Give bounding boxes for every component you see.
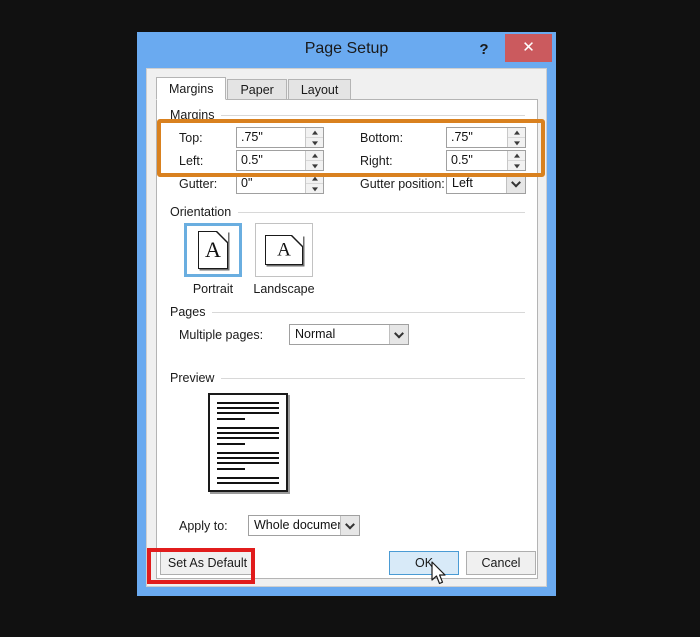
group-orientation-header: Orientation — [170, 205, 525, 219]
spinner-down-icon[interactable] — [306, 161, 323, 170]
orientation-portrait-button[interactable]: A — [184, 223, 242, 277]
orientation-landscape-button[interactable]: A — [255, 223, 313, 277]
spinner-down-icon[interactable] — [508, 138, 525, 147]
spinner-margin-bottom[interactable] — [507, 128, 525, 147]
page-setup-dialog: Page Setup ? ✕ Margins Paper Layout Marg… — [137, 32, 556, 596]
spinner-down-icon[interactable] — [306, 138, 323, 147]
spinner-up-icon[interactable] — [306, 174, 323, 184]
input-gutter[interactable]: 0" — [236, 173, 324, 194]
group-margins-rule — [221, 114, 525, 116]
group-margins-label: Margins — [170, 108, 215, 122]
spinner-margin-right[interactable] — [507, 151, 525, 170]
value-margin-bottom: .75" — [451, 130, 473, 144]
group-preview-header: Preview — [170, 371, 525, 385]
tab-strip: Margins Paper Layout — [156, 77, 352, 100]
dropdown-apply-to[interactable]: Whole document — [248, 515, 360, 536]
label-left: Left: — [179, 154, 204, 168]
value-gutter-position: Left — [452, 176, 473, 190]
chevron-down-icon[interactable] — [506, 174, 525, 193]
group-preview-rule — [221, 377, 525, 379]
group-preview-label: Preview — [170, 371, 215, 385]
label-gutter-position: Gutter position: — [360, 177, 445, 191]
spinner-down-icon[interactable] — [306, 184, 323, 193]
portrait-page-icon: A — [198, 231, 228, 269]
value-apply-to: Whole document — [254, 518, 340, 532]
page-fold-icon — [291, 235, 303, 247]
dropdown-multiple-pages[interactable]: Normal — [289, 324, 409, 345]
spinner-margin-left[interactable] — [305, 151, 323, 170]
label-apply-to: Apply to: — [179, 519, 228, 533]
page-fold-icon — [216, 231, 228, 243]
value-margin-top: .75" — [241, 130, 263, 144]
label-multiple-pages: Multiple pages: — [179, 328, 264, 342]
cancel-button[interactable]: Cancel — [466, 551, 536, 575]
value-gutter: 0" — [241, 176, 253, 190]
spinner-up-icon[interactable] — [508, 151, 525, 161]
group-pages-label: Pages — [170, 305, 206, 319]
tab-paper[interactable]: Paper — [227, 79, 287, 100]
group-margins-header: Margins — [170, 108, 525, 122]
input-margin-bottom[interactable]: .75" — [446, 127, 526, 148]
spinner-gutter[interactable] — [305, 174, 323, 193]
ok-button[interactable]: OK — [389, 551, 459, 575]
group-orientation-label: Orientation — [170, 205, 232, 219]
tab-margins[interactable]: Margins — [156, 77, 227, 100]
label-top: Top: — [179, 131, 203, 145]
input-margin-right[interactable]: 0.5" — [446, 150, 526, 171]
group-pages-header: Pages — [170, 305, 525, 319]
value-margin-right: 0.5" — [451, 153, 473, 167]
orientation-landscape-label: Landscape — [253, 282, 315, 296]
value-multiple-pages: Normal — [295, 327, 336, 341]
close-icon[interactable]: ✕ — [505, 34, 552, 62]
input-margin-left[interactable]: 0.5" — [236, 150, 324, 171]
spinner-up-icon[interactable] — [508, 128, 525, 138]
value-margin-left: 0.5" — [241, 153, 263, 167]
title-bar: Page Setup ? ✕ — [137, 32, 556, 68]
input-margin-top[interactable]: .75" — [236, 127, 324, 148]
set-as-default-button[interactable]: Set As Default — [160, 551, 255, 575]
page-preview-thumbnail — [208, 393, 288, 492]
help-icon[interactable]: ? — [474, 39, 494, 61]
spinner-up-icon[interactable] — [306, 128, 323, 138]
spinner-down-icon[interactable] — [508, 161, 525, 170]
dialog-body: Margins Paper Layout Margins Top: .75" B… — [146, 68, 547, 587]
landscape-page-icon: A — [265, 235, 303, 265]
tab-layout[interactable]: Layout — [287, 79, 352, 100]
screen: Page Setup ? ✕ Margins Paper Layout Marg… — [0, 0, 700, 637]
group-pages-rule — [212, 311, 525, 313]
tab-page-margins: Margins Top: .75" Bottom: .75" Left: 0.5… — [156, 99, 538, 579]
label-gutter: Gutter: — [179, 177, 218, 191]
orientation-portrait-label: Portrait — [192, 282, 234, 296]
chevron-down-icon[interactable] — [389, 325, 408, 344]
chevron-down-icon[interactable] — [340, 516, 359, 535]
spinner-margin-top[interactable] — [305, 128, 323, 147]
group-orientation-rule — [238, 211, 525, 213]
dropdown-gutter-position[interactable]: Left — [446, 173, 526, 194]
spinner-up-icon[interactable] — [306, 151, 323, 161]
label-bottom: Bottom: — [360, 131, 404, 145]
label-right: Right: — [360, 154, 393, 168]
